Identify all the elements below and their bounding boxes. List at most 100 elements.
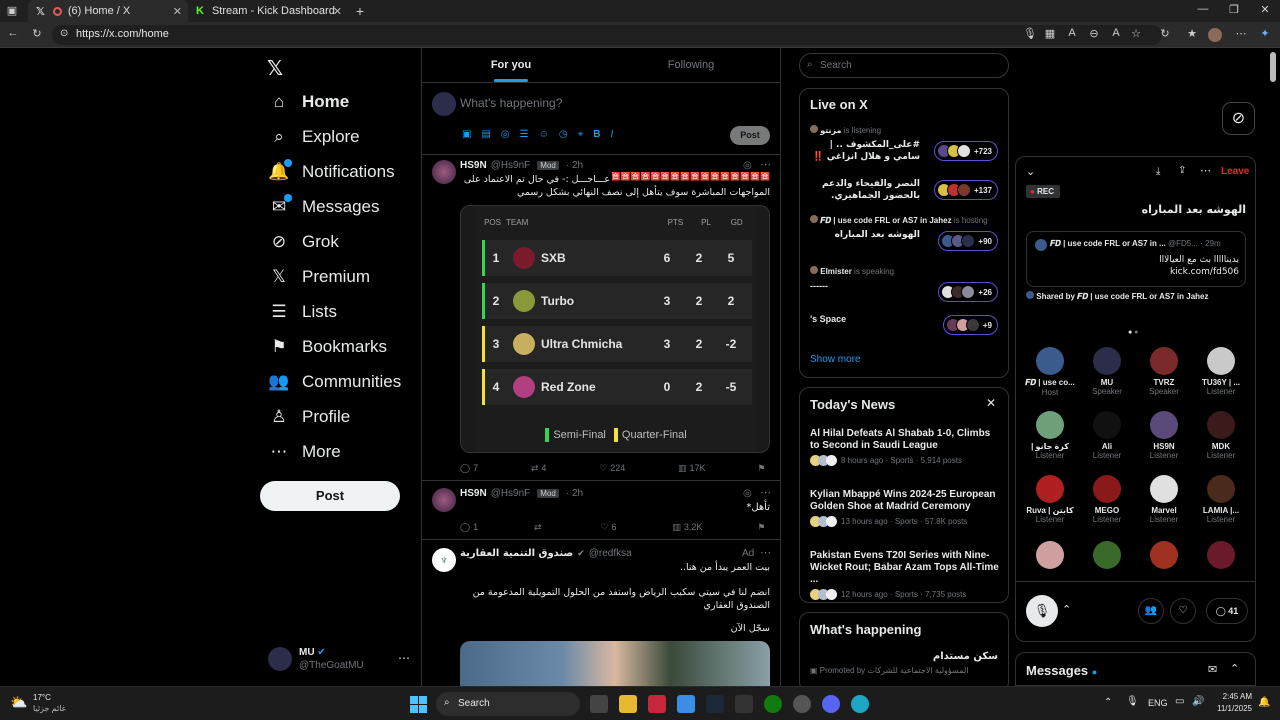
nav-item-messages[interactable]: ✉ Messages bbox=[268, 193, 379, 221]
poll-icon[interactable]: ☰ bbox=[520, 129, 529, 140]
mic-icon[interactable]: 🎙 bbox=[1022, 27, 1038, 40]
repost-button[interactable]: ⇄ bbox=[534, 520, 545, 534]
page-scrollbar[interactable] bbox=[1270, 52, 1276, 82]
tab-kick[interactable]: K Stream - Kick Dashboard ✕ bbox=[188, 0, 348, 22]
mic-button[interactable]: 🎙 bbox=[1026, 595, 1058, 627]
live-item[interactable]: 𝑭𝑫 | use code FRL or AS7 in Jahez is hos… bbox=[800, 213, 1008, 261]
minimize-space-icon[interactable]: ⤓ bbox=[1156, 166, 1160, 177]
store-icon[interactable] bbox=[677, 695, 695, 713]
file-explorer-icon[interactable] bbox=[619, 695, 637, 713]
app-icon[interactable] bbox=[793, 695, 811, 713]
more-dots-icon[interactable]: ⋯ bbox=[398, 651, 410, 665]
weather-widget[interactable]: ⛅ 17°C غائم جزئيا bbox=[10, 692, 100, 718]
leave-button[interactable]: Leave bbox=[1221, 166, 1249, 177]
space-participant[interactable]: MEGO Listener bbox=[1077, 475, 1137, 524]
grok-icon[interactable]: ◎ bbox=[501, 129, 510, 140]
tab-close-icon[interactable]: ✕ bbox=[333, 5, 342, 18]
discord-icon[interactable] bbox=[822, 695, 840, 713]
xbox-icon[interactable] bbox=[764, 695, 782, 713]
bold-icon[interactable]: B bbox=[593, 129, 600, 140]
space-participant[interactable]: Ruva | كابتن Listener bbox=[1020, 475, 1080, 524]
like-button[interactable]: ♡ 6 bbox=[600, 520, 616, 534]
grok-icon[interactable]: ◎ bbox=[743, 160, 752, 171]
nav-item-grok[interactable]: ⊘ Grok bbox=[268, 228, 339, 256]
close-icon[interactable]: ✕ bbox=[986, 396, 996, 410]
views-button[interactable]: ▥ 17K bbox=[678, 461, 706, 475]
new-message-icon[interactable]: ✉ bbox=[1208, 663, 1217, 676]
app-red-icon[interactable] bbox=[648, 695, 666, 713]
post-button[interactable]: Post bbox=[260, 481, 400, 511]
schedule-icon[interactable]: ◷ bbox=[559, 129, 568, 140]
image-icon[interactable]: ▣ bbox=[462, 129, 471, 140]
copilot-icon[interactable]: ✦ bbox=[1257, 27, 1273, 40]
people-button[interactable]: 👥 bbox=[1138, 598, 1164, 624]
taskbar-search[interactable]: ⌕ Search bbox=[436, 692, 580, 716]
news-item[interactable]: Al Hilal Defeats Al Shabab 1-0, Climbs t… bbox=[810, 428, 1000, 466]
replies-button[interactable]: ◯ 41 bbox=[1206, 598, 1248, 624]
more-dots-icon[interactable]: ⋯ bbox=[760, 486, 771, 499]
nav-item-more[interactable]: ⋯ More bbox=[268, 438, 341, 466]
bookmark-button[interactable]: ⚑ bbox=[758, 461, 765, 475]
pinned-post[interactable]: 𝑭𝑫 | use code FRL or AS7 in ... @FD5... … bbox=[1026, 231, 1246, 287]
tab-close-icon[interactable]: ✕ bbox=[173, 5, 182, 18]
bookmark-button[interactable]: ⚑ bbox=[758, 520, 765, 534]
space-participant[interactable]: Marvel Listener bbox=[1134, 475, 1194, 524]
space-participant[interactable]: 𝑭𝑫 | use co... Host bbox=[1020, 347, 1080, 397]
translate-icon[interactable]: A bbox=[1064, 27, 1080, 39]
start-icon[interactable] bbox=[410, 696, 427, 713]
location-icon[interactable]: ⌖ bbox=[578, 129, 584, 140]
react-button[interactable]: ♡ bbox=[1170, 598, 1196, 624]
show-more-link[interactable]: Show more bbox=[810, 354, 861, 365]
expand-chevron-icon[interactable]: ⌃ bbox=[1062, 603, 1071, 616]
space-participant[interactable]: HS9N Listener bbox=[1134, 411, 1194, 460]
profile-avatar-icon[interactable] bbox=[1208, 28, 1222, 42]
tray-chevron-icon[interactable]: ⌃ bbox=[1104, 697, 1112, 708]
sync-icon[interactable]: ↻ bbox=[1157, 27, 1173, 40]
space-participant[interactable]: | كرة جانو Listener bbox=[1020, 411, 1080, 460]
language-indicator[interactable]: ENG bbox=[1148, 698, 1168, 708]
nav-item-notifications[interactable]: 🔔 Notifications bbox=[268, 158, 395, 186]
nav-item-profile[interactable]: ♙ Profile bbox=[268, 403, 350, 431]
nav-item-premium[interactable]: 𝕏 Premium bbox=[268, 263, 370, 291]
collapse-chevron-icon[interactable]: ⌄ bbox=[1026, 165, 1035, 178]
emoji-icon[interactable]: ☺ bbox=[539, 129, 549, 140]
notification-bell-icon[interactable]: 🔔 bbox=[1258, 697, 1270, 708]
space-participant[interactable]: MU Speaker bbox=[1077, 347, 1137, 396]
minimize-icon[interactable]: — bbox=[1195, 3, 1211, 15]
app-icon[interactable]: ▦ bbox=[1042, 27, 1058, 40]
views-button[interactable]: ▥ 3.2K bbox=[672, 520, 702, 534]
grok-icon[interactable]: ◎ bbox=[743, 488, 752, 499]
compose-input[interactable]: What's happening? bbox=[460, 96, 562, 110]
space-participant[interactable] bbox=[1191, 541, 1251, 569]
mic-tray-icon[interactable]: 🎙 bbox=[1126, 696, 1139, 707]
trend-item[interactable]: سكن مستدام bbox=[810, 651, 998, 662]
space-participant[interactable]: MDK Listener bbox=[1191, 411, 1251, 460]
close-window-icon[interactable]: ✕ bbox=[1257, 3, 1273, 16]
tab-for-you[interactable]: For you bbox=[422, 48, 600, 82]
clock[interactable]: 2:45 AM 11/1/2025 bbox=[1212, 691, 1252, 715]
gif-icon[interactable]: ▤ bbox=[481, 129, 490, 140]
reply-button[interactable]: ◯ 7 bbox=[460, 461, 478, 475]
refresh-icon[interactable]: ↻ bbox=[29, 27, 45, 40]
tab-x-home[interactable]: 𝕏 (6) Home / X ✕ bbox=[28, 0, 188, 22]
live-item[interactable]: Elmister is speaking ------ +26 bbox=[800, 264, 1008, 312]
volume-icon[interactable]: 🔊 bbox=[1192, 696, 1204, 707]
zoom-icon[interactable]: ⊖ bbox=[1086, 27, 1102, 40]
standings-image[interactable]: POS TEAM PTS PL GD 1 SXB 6 2 5 2 Turbo 3 2 2 3 Ultr… bbox=[460, 205, 770, 453]
nav-item-home[interactable]: ⌂ Home bbox=[268, 88, 349, 116]
task-view-icon[interactable] bbox=[590, 695, 608, 713]
messages-drawer[interactable]: Messages ● ✉ ⌃ bbox=[1015, 652, 1256, 686]
edge-icon[interactable] bbox=[851, 695, 869, 713]
address-bar[interactable]: ⊙ https://x.com/home bbox=[52, 25, 1162, 45]
new-tab-button[interactable]: + bbox=[352, 3, 368, 19]
grok-float-button[interactable]: ⊘ bbox=[1222, 102, 1255, 135]
more-dots-icon[interactable]: ⋯ bbox=[1200, 164, 1211, 177]
more-dots-icon[interactable]: ⋯ bbox=[760, 158, 771, 171]
favorite-star-icon[interactable]: ☆ bbox=[1128, 27, 1144, 40]
news-item[interactable]: Pakistan Evens T20I Series with Nine-Wic… bbox=[810, 550, 1000, 600]
search-input[interactable]: ⌕ Search bbox=[799, 53, 1009, 78]
space-participant[interactable]: LAMIA |... Listener bbox=[1191, 475, 1251, 524]
expand-up-icon[interactable]: ⌃ bbox=[1230, 662, 1239, 675]
nav-item-explore[interactable]: ⌕ Explore bbox=[268, 123, 359, 151]
space-participant[interactable] bbox=[1134, 541, 1194, 569]
